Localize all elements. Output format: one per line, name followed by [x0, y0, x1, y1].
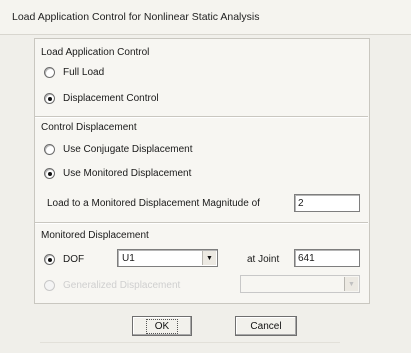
radio-use-monitored-displacement[interactable]: Use Monitored Displacement — [44, 168, 191, 179]
divider — [35, 222, 368, 224]
cancel-button[interactable]: Cancel — [235, 316, 297, 336]
radio-button[interactable] — [44, 67, 55, 78]
full-load-label: Full Load — [63, 67, 105, 78]
control-displacement-heading: Control Displacement — [41, 122, 137, 133]
chevron-down-icon[interactable]: ▼ — [202, 251, 216, 265]
radio-use-conjugate-displacement[interactable]: Use Conjugate Displacement — [44, 144, 193, 155]
displacement-control-label: Displacement Control — [63, 93, 159, 104]
dof-label: DOF — [63, 254, 85, 265]
radio-button[interactable] — [44, 168, 55, 179]
dof-value: U1 — [122, 252, 135, 264]
radio-button[interactable] — [44, 254, 55, 265]
cancel-button-label: Cancel — [250, 320, 282, 332]
monitored-displacement-heading: Monitored Displacement — [41, 230, 149, 241]
generalized-displacement-label: Generalized Displacement — [63, 280, 181, 291]
chevron-down-icon[interactable]: ▼ — [344, 277, 358, 291]
magnitude-input[interactable]: 2 — [294, 194, 360, 212]
title-bar: Load Application Control for Nonlinear S… — [0, 0, 411, 35]
radio-button[interactable] — [44, 144, 55, 155]
at-joint-label: at Joint — [247, 254, 280, 265]
ok-button[interactable]: OK — [132, 316, 192, 336]
radio-full-load[interactable]: Full Load — [44, 67, 104, 78]
radio-dof[interactable]: DOF — [44, 254, 84, 265]
bottom-shadow-line — [40, 342, 340, 343]
dialog-title: Load Application Control for Nonlinear S… — [12, 11, 260, 23]
load-application-control-heading: Load Application Control — [41, 47, 150, 58]
divider — [35, 116, 368, 118]
joint-input[interactable]: 641 — [294, 249, 360, 267]
radio-displacement-control[interactable]: Displacement Control — [44, 93, 159, 104]
dof-select[interactable]: U1 ▼ — [117, 249, 218, 267]
use-monitored-displacement-label: Use Monitored Displacement — [63, 168, 192, 179]
nonlinear-load-control-dialog: Load Application Control for Nonlinear S… — [0, 0, 411, 353]
radio-generalized-displacement[interactable]: Generalized Displacement — [44, 280, 180, 291]
generalized-displacement-select[interactable]: ▼ — [240, 275, 360, 293]
magnitude-label: Load to a Monitored Displacement Magnitu… — [47, 198, 260, 209]
use-conjugate-displacement-label: Use Conjugate Displacement — [63, 144, 193, 155]
radio-button[interactable] — [44, 280, 55, 291]
ok-button-label: OK — [145, 318, 179, 334]
radio-button[interactable] — [44, 93, 55, 104]
